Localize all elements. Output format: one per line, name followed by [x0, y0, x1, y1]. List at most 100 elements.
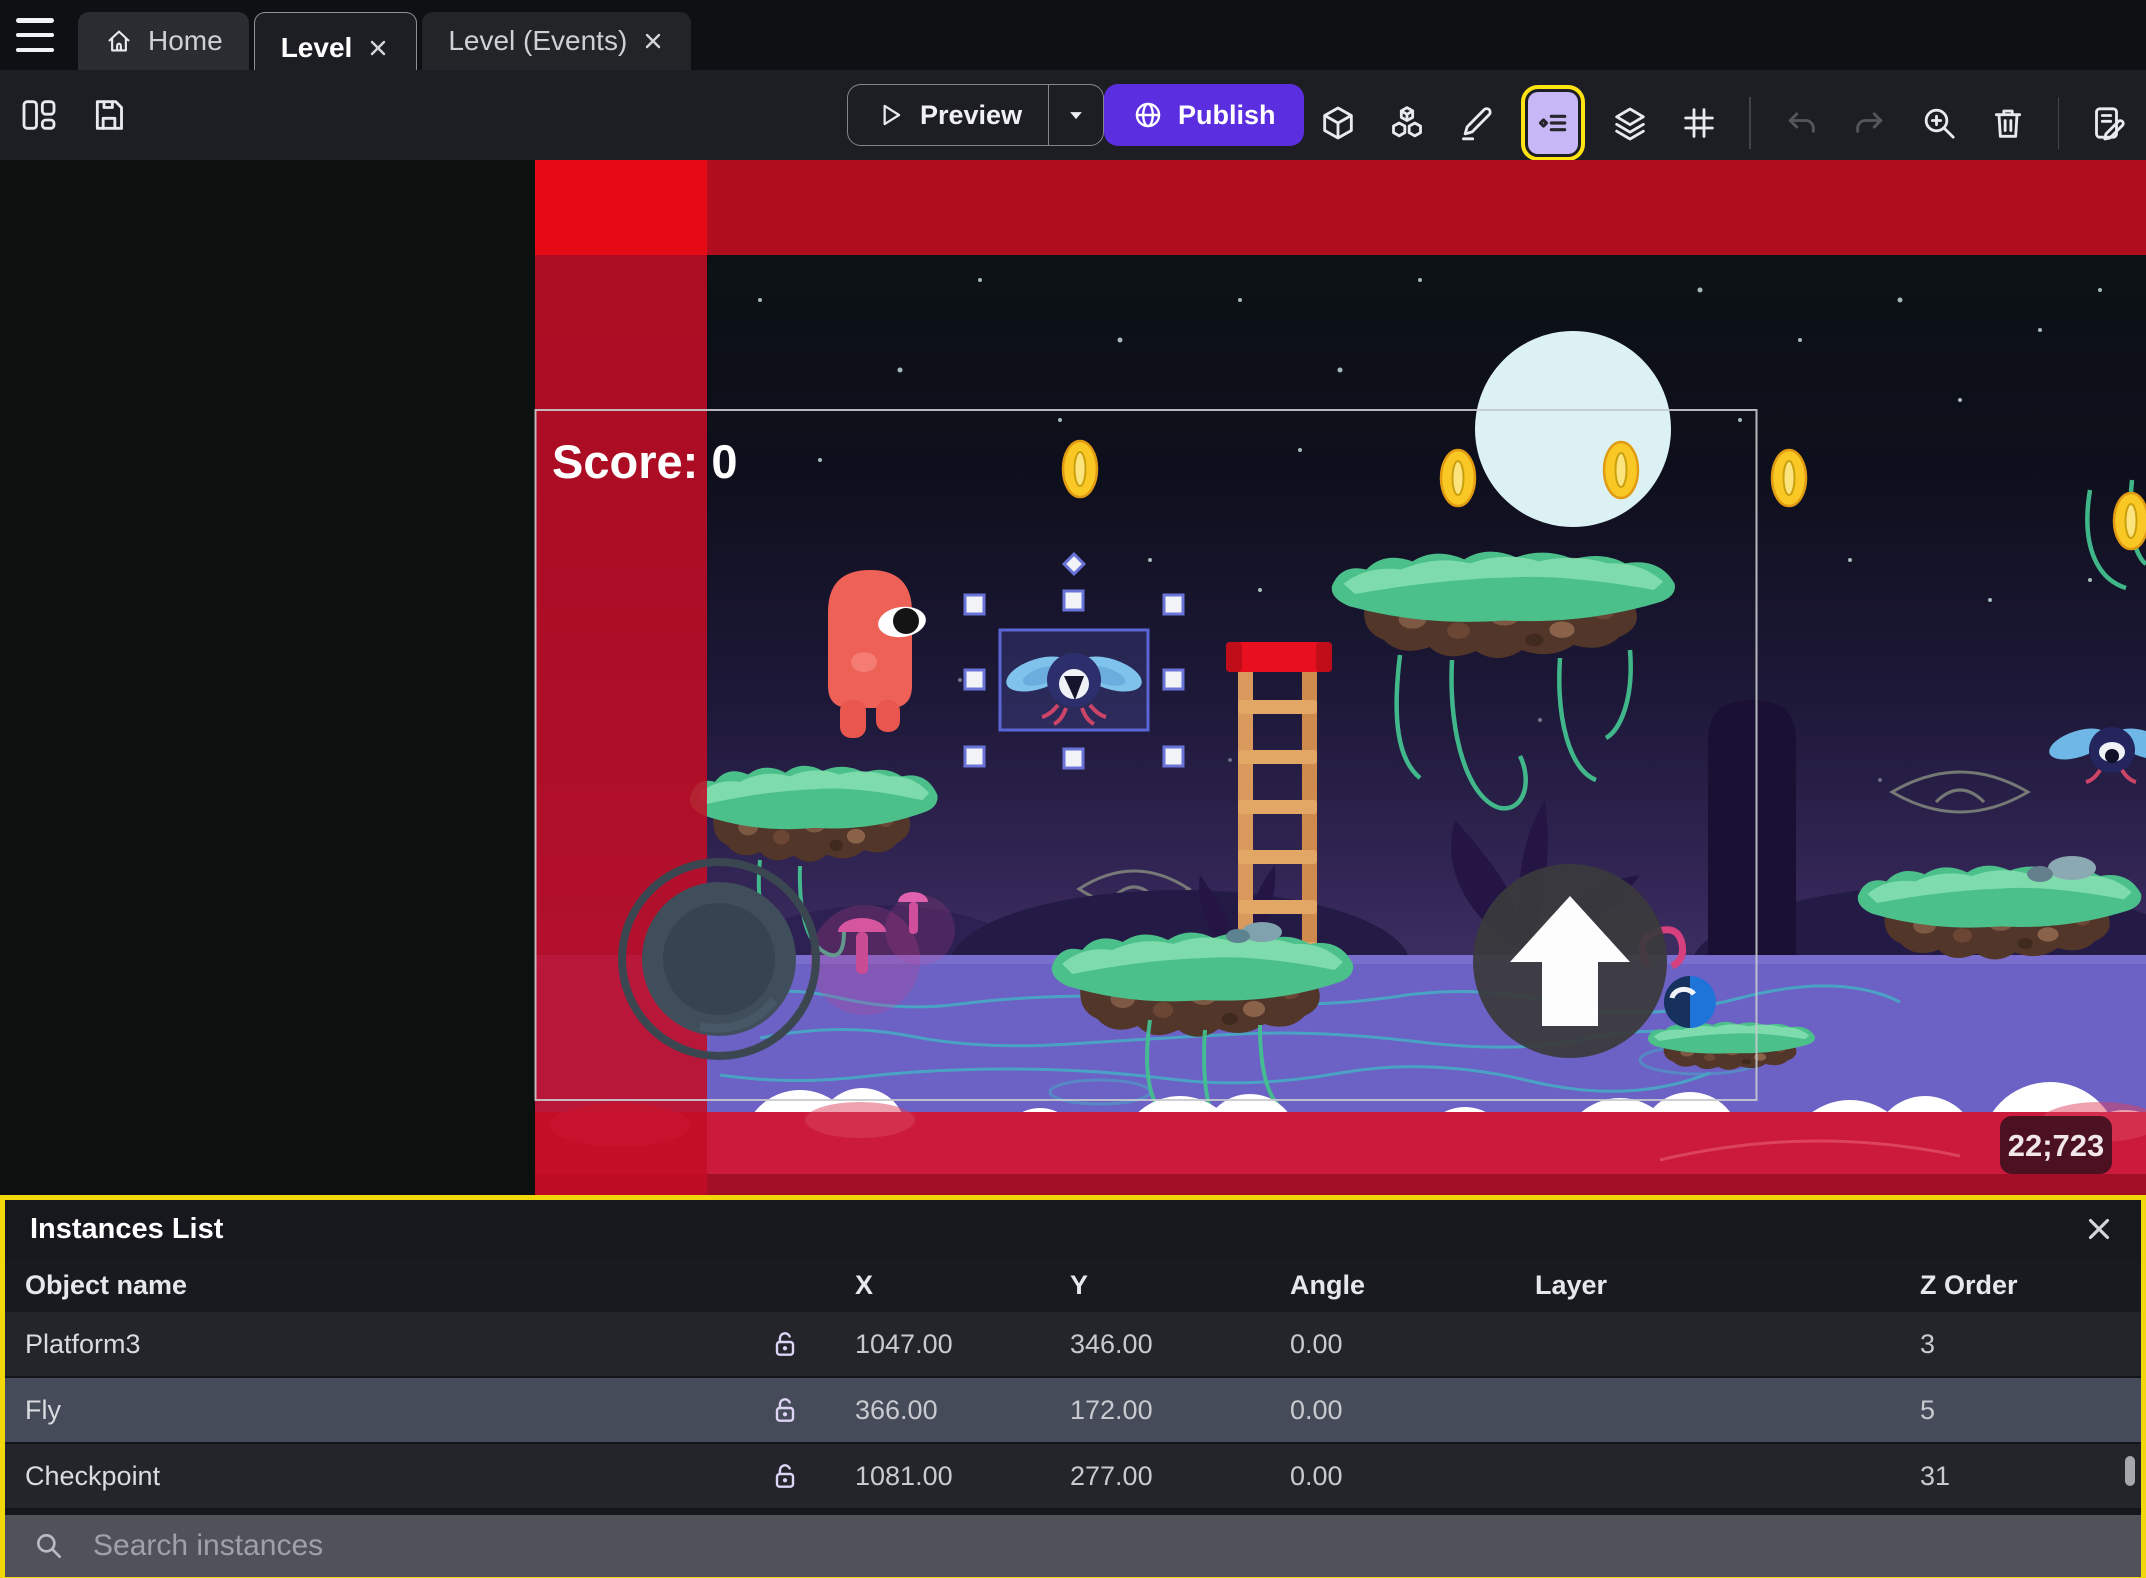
- 3d-box-button[interactable]: [1315, 100, 1361, 146]
- redo-button[interactable]: [1847, 100, 1893, 146]
- column-header: Object name: [25, 1269, 188, 1300]
- table-row[interactable]: Platform3 1047.00 346.00 0.00 3: [5, 1312, 2141, 1378]
- zoom-button[interactable]: [1916, 100, 1962, 146]
- tab-strip: Home Level Level (Events): [78, 12, 692, 83]
- column-header: Angle: [1290, 1269, 1366, 1300]
- edit-scene-properties-button[interactable]: [2086, 100, 2132, 146]
- application-window: Home Level Level (Events) Preview Publis…: [0, 0, 2146, 1578]
- instance-z-order: 5: [1920, 1394, 1936, 1425]
- red-strip-object[interactable]: [535, 255, 707, 1195]
- toggle-panels-button[interactable]: [16, 92, 62, 138]
- play-icon: [883, 104, 901, 126]
- column-header: Z Order: [1920, 1269, 2018, 1300]
- instance-name: Fly: [25, 1394, 61, 1425]
- preview-options-button[interactable]: [1048, 85, 1103, 145]
- home-icon: [108, 30, 130, 52]
- table-row[interactable]: Checkpoint 1081.00 277.00 0.00 31: [5, 1444, 2141, 1510]
- instances-list-panel: Instances List Object name X Y Angle Lay…: [0, 1195, 2146, 1578]
- redo-icon: [1855, 112, 1882, 133]
- close-icon: [2088, 1218, 2110, 1240]
- delete-button[interactable]: [1985, 100, 2031, 146]
- instance-x: 366.00: [855, 1394, 938, 1425]
- svg-text:22;723: 22;723: [2008, 1128, 2105, 1163]
- layers-icon: [1615, 107, 1645, 141]
- instance-angle: 0.00: [1290, 1460, 1343, 1491]
- toolbar-divider: [2057, 97, 2059, 149]
- save-button[interactable]: [86, 92, 132, 138]
- editor-out-of-scene-area: [0, 160, 535, 1195]
- undo-button[interactable]: [1778, 100, 1824, 146]
- menu-button[interactable]: [16, 18, 60, 52]
- lock-open-icon[interactable]: [769, 1394, 801, 1426]
- panel-title: Instances List: [30, 1212, 224, 1245]
- instance-x: 1047.00: [855, 1328, 953, 1359]
- box-3d-icon: [1323, 106, 1353, 140]
- instance-angle: 0.00: [1290, 1394, 1343, 1425]
- objects-icon: [1392, 106, 1422, 138]
- editor-toolbar: Preview Publish: [0, 70, 2146, 161]
- layers-panel-button[interactable]: [1607, 100, 1653, 146]
- table-row-selected[interactable]: Fly 366.00 172.00 0.00 5: [5, 1378, 2141, 1444]
- coin: [1061, 439, 1099, 499]
- stone-decoration: [1226, 929, 1250, 943]
- instances-list-icon: [1538, 114, 1567, 132]
- scene-render[interactable]: Score: 0 22;723: [0, 160, 2146, 1230]
- red-band-object[interactable]: [535, 160, 2146, 255]
- layout-panels-icon: [22, 100, 56, 130]
- scrollbar-thumb[interactable]: [2125, 1456, 2135, 1486]
- red-ground-object[interactable]: [535, 1102, 2146, 1195]
- hamburger-icon: [16, 18, 54, 23]
- stone-decoration: [2027, 866, 2053, 882]
- instance-z-order: 31: [1920, 1460, 1951, 1491]
- save-icon: [95, 100, 123, 130]
- publish-button[interactable]: Publish: [1104, 84, 1304, 146]
- edit-object-button[interactable]: [1453, 100, 1499, 146]
- tab-level-events[interactable]: Level (Events): [422, 12, 692, 70]
- search-input[interactable]: [5, 1514, 2141, 1578]
- column-header: X: [855, 1269, 874, 1300]
- column-header: Layer: [1535, 1269, 1608, 1300]
- column-header: Y: [1070, 1269, 1089, 1300]
- coords-badge: 22;723: [2000, 1116, 2112, 1174]
- tab-home[interactable]: Home: [78, 12, 249, 70]
- instance-y: 346.00: [1070, 1328, 1153, 1359]
- trash-icon: [1994, 109, 2021, 138]
- instance-z-order: 3: [1920, 1328, 1936, 1359]
- jump-button-control[interactable]: [1473, 864, 1667, 1058]
- edit-properties-icon: [2095, 107, 2125, 141]
- preview-label: Preview: [920, 99, 1023, 130]
- lock-open-icon[interactable]: [769, 1328, 801, 1360]
- instance-x: 1081.00: [855, 1460, 953, 1491]
- preview-split-button: Preview: [847, 84, 1105, 146]
- instance-name: Platform3: [25, 1328, 141, 1359]
- toolbar-divider: [1749, 97, 1751, 149]
- objects-panel-button[interactable]: [1384, 100, 1430, 146]
- grid-icon: [1684, 108, 1714, 138]
- table-header: Object name X Y Angle Layer Z Order: [5, 1258, 2141, 1312]
- moon[interactable]: [1475, 331, 1671, 527]
- chevron-down-icon: [1070, 112, 1082, 120]
- instance-y: 277.00: [1070, 1460, 1153, 1491]
- scene-canvas[interactable]: Score: 0 22;723: [0, 160, 2146, 1230]
- instance-name: Checkpoint: [25, 1460, 161, 1491]
- preview-button[interactable]: Preview: [848, 85, 1048, 145]
- close-tab-icon[interactable]: [366, 36, 390, 60]
- undo-icon: [1788, 112, 1815, 133]
- joystick-control[interactable]: [618, 858, 820, 1060]
- grid-button[interactable]: [1676, 100, 1722, 146]
- tab-label: Home: [148, 25, 223, 56]
- instances-list-button[interactable]: [1521, 85, 1585, 161]
- publish-label: Publish: [1178, 99, 1276, 130]
- coin: [2112, 491, 2146, 551]
- stone-decoration: [2048, 856, 2096, 880]
- search-icon: [36, 1534, 61, 1558]
- coin: [1439, 448, 1477, 508]
- close-panel-button[interactable]: [2082, 1212, 2116, 1246]
- close-tab-icon[interactable]: [641, 29, 665, 53]
- instance-angle: 0.00: [1290, 1328, 1343, 1359]
- tab-label: Level (Events): [448, 25, 628, 56]
- coin: [1770, 448, 1808, 508]
- tab-label: Level: [280, 32, 353, 63]
- coin: [1602, 440, 1640, 500]
- lock-open-icon[interactable]: [769, 1460, 801, 1492]
